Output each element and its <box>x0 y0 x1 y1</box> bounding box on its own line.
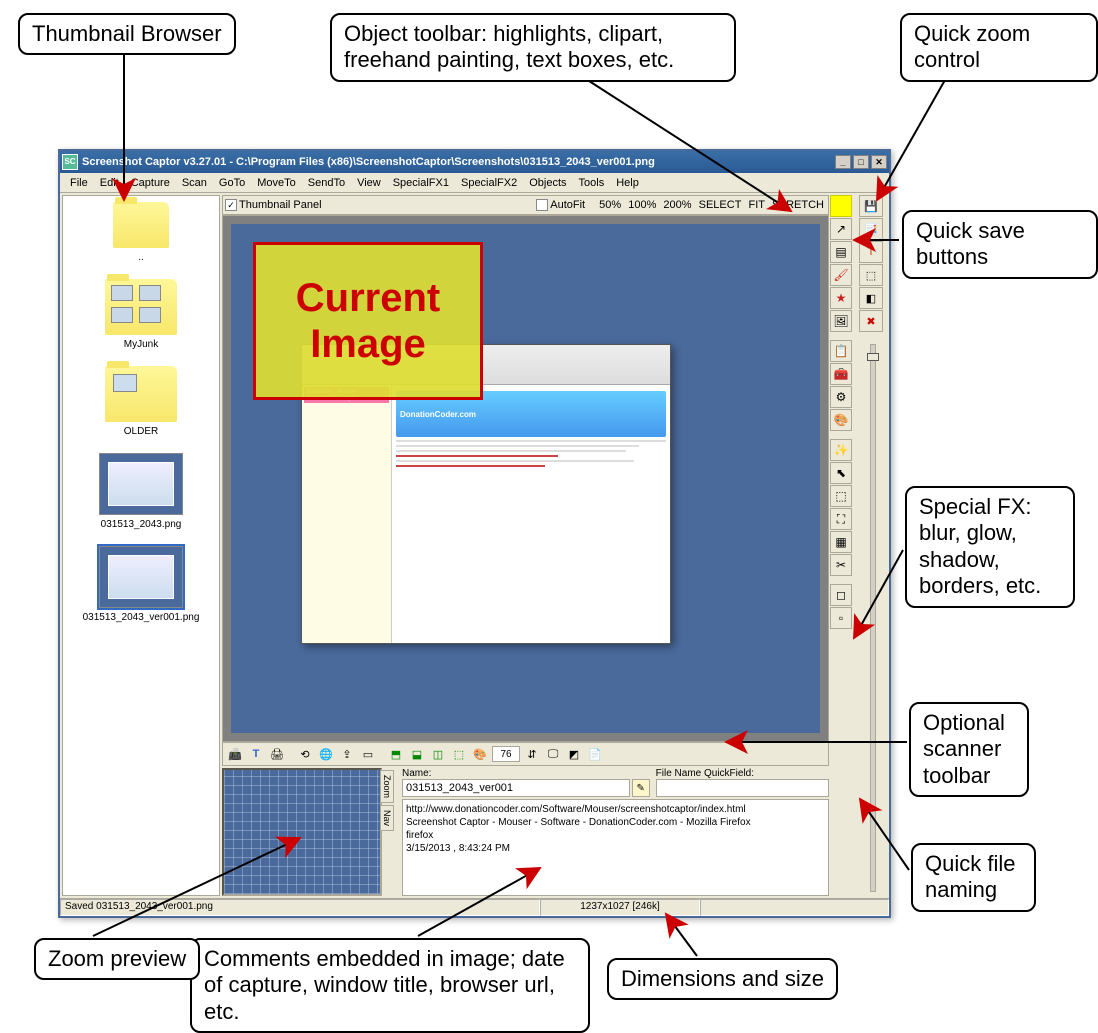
callout-quick-zoom: Quick zoom control <box>900 13 1098 82</box>
callout-comments: Comments embedded in image; date of capt… <box>190 938 590 1033</box>
callout-thumbnail-browser: Thumbnail Browser <box>18 13 236 55</box>
callout-dimensions: Dimensions and size <box>607 958 838 1000</box>
callout-quick-file-naming: Quick file naming <box>911 843 1036 912</box>
callout-zoom-preview: Zoom preview <box>34 938 200 980</box>
callout-scanner-toolbar: Optional scanner toolbar <box>909 702 1029 797</box>
callout-special-fx: Special FX: blur, glow, shadow, borders,… <box>905 486 1075 608</box>
callout-quick-save: Quick save buttons <box>902 210 1098 279</box>
callout-object-toolbar: Object toolbar: highlights, clipart, fre… <box>330 13 736 82</box>
